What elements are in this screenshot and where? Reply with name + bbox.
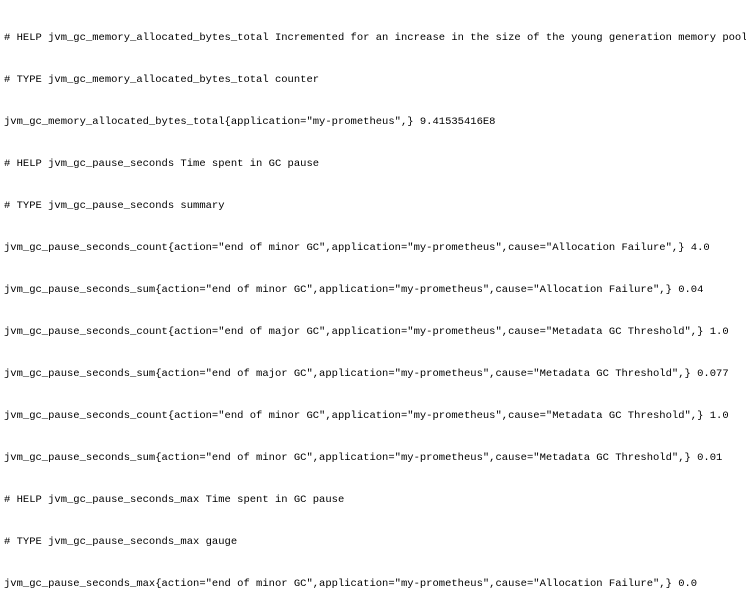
metrics-line: jvm_gc_pause_seconds_count{action="end o… <box>4 409 742 423</box>
metrics-line: # TYPE jvm_gc_memory_allocated_bytes_tot… <box>4 73 742 87</box>
metrics-line: jvm_gc_pause_seconds_count{action="end o… <box>4 325 742 339</box>
metrics-line: # HELP jvm_gc_pause_seconds_max Time spe… <box>4 493 742 507</box>
metrics-line: jvm_gc_pause_seconds_max{action="end of … <box>4 577 742 591</box>
metrics-line: jvm_gc_pause_seconds_sum{action="end of … <box>4 283 742 297</box>
metrics-line: jvm_gc_memory_allocated_bytes_total{appl… <box>4 115 742 129</box>
metrics-output: # HELP jvm_gc_memory_allocated_bytes_tot… <box>0 0 746 606</box>
metrics-line: # TYPE jvm_gc_pause_seconds_max gauge <box>4 535 742 549</box>
metrics-line: jvm_gc_pause_seconds_count{action="end o… <box>4 241 742 255</box>
metrics-line: # HELP jvm_gc_pause_seconds Time spent i… <box>4 157 742 171</box>
metrics-line: # HELP jvm_gc_memory_allocated_bytes_tot… <box>4 31 742 45</box>
metrics-line: # TYPE jvm_gc_pause_seconds summary <box>4 199 742 213</box>
metrics-line: jvm_gc_pause_seconds_sum{action="end of … <box>4 367 742 381</box>
metrics-line: jvm_gc_pause_seconds_sum{action="end of … <box>4 451 742 465</box>
